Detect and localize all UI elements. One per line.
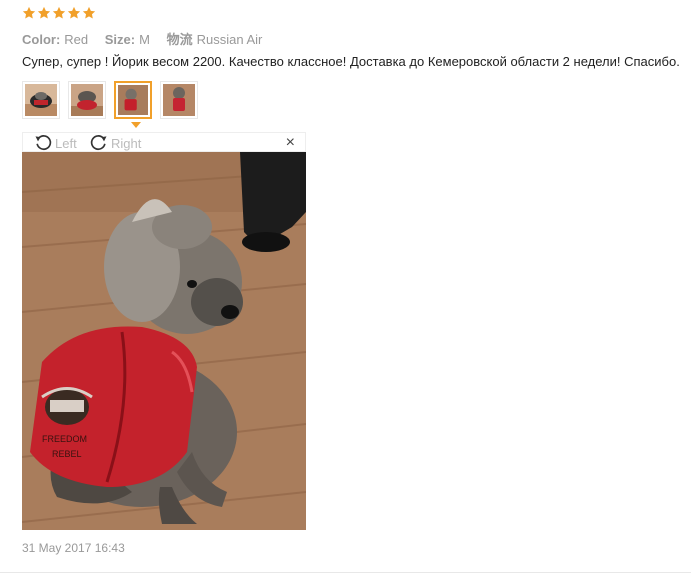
review-text: Супер, супер ! Йорик весом 2200. Качеств… xyxy=(22,54,680,69)
shipping-value: Russian Air xyxy=(196,32,263,47)
review-thumbnail[interactable] xyxy=(68,81,106,119)
thumbnail-image xyxy=(118,85,148,115)
rotate-left-button[interactable]: Left xyxy=(33,133,77,153)
size-value: M xyxy=(139,32,150,47)
star-icon xyxy=(52,6,66,19)
svg-text:FREEDOM: FREEDOM xyxy=(42,434,87,444)
order-meta: Color: Red Size: M 物流 Russian Air xyxy=(22,29,275,48)
review-thumbnail[interactable] xyxy=(160,81,198,119)
star-icon xyxy=(37,6,51,19)
image-viewer: Left Right × FREEDOM REBEL xyxy=(22,132,306,530)
viewer-toolbar: Left Right × xyxy=(22,132,306,152)
star-icon xyxy=(22,6,36,19)
review-photo: FREEDOM REBEL xyxy=(22,152,306,530)
rating-stars xyxy=(22,6,96,20)
rotate-right-label: Right xyxy=(111,135,142,151)
size-label: Size: xyxy=(104,32,136,47)
close-viewer-button[interactable]: × xyxy=(286,133,295,153)
review-date: 31 May 2017 16:43 xyxy=(22,541,125,555)
thumbnail-image xyxy=(163,84,195,116)
review-thumbnail-selected[interactable] xyxy=(114,81,152,119)
color-label: Color: xyxy=(22,32,61,47)
rotate-right-button[interactable]: Right xyxy=(89,133,141,153)
thumbnail-image xyxy=(25,84,57,116)
rotate-right-icon xyxy=(90,135,107,150)
review-divider xyxy=(0,572,691,573)
rotate-left-icon xyxy=(35,135,52,150)
review-thumbnail[interactable] xyxy=(22,81,60,119)
color-value: Red xyxy=(64,32,89,47)
star-icon xyxy=(82,6,96,19)
review-thumbnails xyxy=(22,81,198,119)
star-icon xyxy=(67,6,81,19)
svg-text:REBEL: REBEL xyxy=(52,449,82,459)
selected-thumbnail-pointer xyxy=(131,122,141,128)
shipping-label: 物流 xyxy=(166,32,193,47)
rotate-left-label: Left xyxy=(55,135,77,151)
thumbnail-image xyxy=(71,84,103,116)
